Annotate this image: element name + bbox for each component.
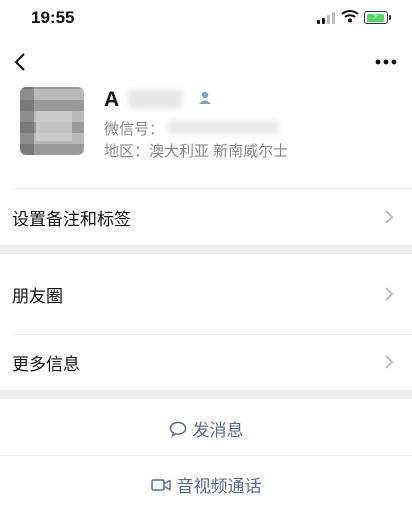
moments-label: 朋友圈 xyxy=(12,287,63,306)
video-camera-icon xyxy=(150,478,171,491)
signal-icon xyxy=(317,12,335,24)
nav-bar xyxy=(0,40,412,84)
battery-charging-icon: ⚡ xyxy=(364,11,391,24)
more-info-label: 更多信息 xyxy=(12,355,80,374)
chevron-right-icon xyxy=(385,287,394,301)
status-bar: 19:55 ⚡ xyxy=(0,0,412,36)
wechat-id-label: 微信号： xyxy=(104,121,165,138)
contact-person-icon xyxy=(199,91,211,104)
video-call-label: 音视频通话 xyxy=(176,477,262,496)
video-call-button[interactable]: 音视频通话 xyxy=(0,455,412,511)
region-text: 地区：澳大利亚 新南威尔士 xyxy=(104,143,289,160)
chevron-left-icon[interactable] xyxy=(9,48,33,76)
section-gap xyxy=(0,390,412,399)
send-message-label: 发消息 xyxy=(192,421,244,440)
moments-row[interactable]: 朋友圈 xyxy=(0,266,412,322)
name-redaction xyxy=(128,90,182,108)
profile-card: A 微信号： 地区：澳大利亚 新南威尔士 xyxy=(0,84,412,188)
chevron-right-icon xyxy=(385,210,394,224)
more-info-row[interactable]: 更多信息 xyxy=(0,334,412,390)
contact-name: A xyxy=(104,88,121,111)
status-time: 19:55 xyxy=(31,8,75,27)
section-gap xyxy=(0,245,412,254)
chevron-right-icon xyxy=(385,355,394,369)
ellipsis-icon[interactable] xyxy=(372,50,400,74)
remark-tags-row[interactable]: 设置备注和标签 xyxy=(0,189,412,245)
send-message-button[interactable]: 发消息 xyxy=(0,399,412,455)
wechat-id-redaction xyxy=(168,120,278,134)
remark-tags-label: 设置备注和标签 xyxy=(12,210,131,229)
avatar[interactable] xyxy=(20,87,84,155)
wifi-icon xyxy=(341,10,359,23)
chat-bubble-icon xyxy=(169,421,186,437)
